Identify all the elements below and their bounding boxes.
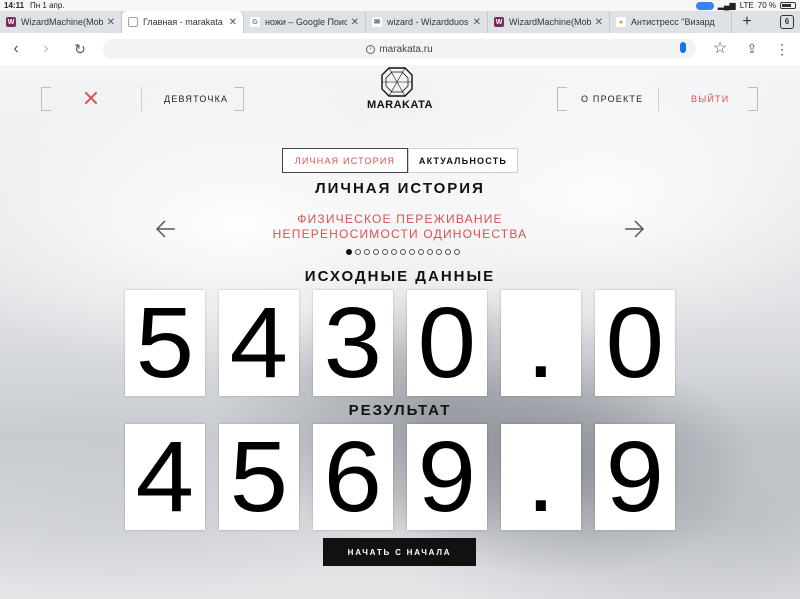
browser-tab[interactable]: W WizardMachine(Mobil ✕	[0, 11, 122, 33]
pager-dot-active[interactable]	[346, 249, 352, 255]
browser-tab[interactable]: ✉ wizard - Wizardduos ✕	[366, 11, 488, 33]
header-link-logout[interactable]: ВЫЙТИ	[691, 94, 729, 104]
info-icon[interactable]: i	[366, 44, 376, 54]
pager-dot[interactable]	[445, 249, 451, 255]
network-type: LTE	[739, 1, 754, 10]
digit-card: 9	[595, 424, 675, 530]
browser-tab[interactable]: G ножи – Google Поиск ✕	[244, 11, 366, 33]
close-icon[interactable]: ✕	[351, 17, 359, 28]
pager-dots	[346, 249, 460, 255]
pager-dot[interactable]	[427, 249, 433, 255]
tab-title: ножи – Google Поиск	[265, 17, 347, 27]
page-content: ДЕВЯТОЧКА MARAKATA О ПРОЕКТЕ ВЫЙТИ ЛИЧНА…	[0, 65, 800, 599]
browser-tab[interactable]: W WizardMachine(Mobil ✕	[488, 11, 610, 33]
decimal-point-card: .	[501, 290, 581, 396]
digit-card: 5	[219, 424, 299, 530]
hotspot-icon	[695, 1, 714, 10]
source-data-label: ИСХОДНЫЕ ДАННЫЕ	[304, 268, 496, 285]
page-icon	[128, 17, 138, 27]
browser-tab[interactable]: ● Антистресс "Визард	[610, 11, 732, 33]
tab-strip: W WizardMachine(Mobil ✕ Главная - maraka…	[0, 11, 800, 33]
digit-card: 3	[313, 290, 393, 396]
tab-relevance[interactable]: АКТУАЛЬНОСТЬ	[408, 148, 518, 173]
browser-toolbar: ‹ › ↻ i marakata.ru ☆ ⇪ ⋮	[0, 33, 800, 65]
header-bracket	[748, 87, 758, 111]
google-icon: G	[250, 17, 260, 27]
section-title: ЛИЧНАЯ ИСТОРИЯ	[315, 180, 485, 197]
digit-card: 0	[407, 290, 487, 396]
status-date: Пн 1 апр.	[30, 1, 65, 10]
pager-dot[interactable]	[364, 249, 370, 255]
microphone-icon[interactable]	[680, 42, 686, 53]
status-indicators: ▂▄▆ LTE 70 %	[695, 1, 796, 10]
pager-dot[interactable]	[382, 249, 388, 255]
header-divider	[658, 87, 659, 111]
tab-title: wizard - Wizardduos	[387, 17, 469, 27]
story-subtitle-line1: ФИЗИЧЕСКОЕ ПЕРЕЖИВАНИЕ	[297, 212, 503, 226]
favicon-icon: W	[6, 17, 16, 27]
mail-icon: ✉	[372, 17, 382, 27]
pager-dot[interactable]	[418, 249, 424, 255]
forward-arrow-icon[interactable]: ›	[36, 39, 56, 59]
close-icon[interactable]: ✕	[107, 17, 115, 28]
address-bar[interactable]: i marakata.ru	[103, 39, 696, 59]
tab-count-button[interactable]: 6	[780, 15, 794, 29]
digit-card: 9	[407, 424, 487, 530]
pager-dot[interactable]	[400, 249, 406, 255]
browser-tab-active[interactable]: Главная - marakata ✕	[122, 11, 244, 33]
reload-icon[interactable]: ↻	[70, 39, 90, 59]
back-arrow-icon[interactable]: ‹	[6, 39, 26, 59]
signal-icon: ▂▄▆	[717, 1, 736, 10]
status-time: 14:11	[4, 1, 25, 10]
star-icon[interactable]: ☆	[710, 39, 730, 59]
more-menu-icon[interactable]: ⋮	[772, 39, 792, 59]
close-icon[interactable]: ✕	[229, 17, 237, 28]
tab-title: Главная - marakata	[143, 17, 223, 27]
close-icon[interactable]: ✕	[595, 17, 603, 28]
logo-text[interactable]: MARAKATA	[0, 99, 800, 111]
status-bar: 14:11 Пн 1 апр. ▂▄▆ LTE 70 %	[0, 0, 800, 11]
url-text: marakata.ru	[379, 43, 433, 55]
tab-title: WizardMachine(Mobil	[509, 17, 591, 27]
header-bracket	[557, 87, 567, 111]
share-icon[interactable]: ⇪	[742, 39, 762, 59]
header-link-about[interactable]: О ПРОЕКТЕ	[581, 94, 643, 104]
digit-card: 4	[125, 424, 205, 530]
restart-button[interactable]: НАЧАТЬ С НАЧАЛА	[323, 538, 476, 566]
favicon-icon: W	[494, 17, 504, 27]
result-label: РЕЗУЛЬТАТ	[348, 402, 452, 419]
pager-dot[interactable]	[436, 249, 442, 255]
pager-dot[interactable]	[454, 249, 460, 255]
close-icon[interactable]: ✕	[473, 17, 481, 28]
logo-gem-icon	[381, 67, 413, 97]
digit-card: 6	[313, 424, 393, 530]
digit-card: 5	[125, 290, 205, 396]
pager-dot[interactable]	[373, 249, 379, 255]
tab-personal-story[interactable]: ЛИЧНАЯ ИСТОРИЯ	[282, 148, 408, 173]
digit-card: 0	[595, 290, 675, 396]
story-subtitle-line2: НЕПЕРЕНОСИМОСТИ ОДИНОЧЕСТВА	[272, 227, 528, 241]
pager-dot[interactable]	[409, 249, 415, 255]
favicon-icon: ●	[616, 17, 626, 27]
battery-percent: 70 %	[757, 1, 776, 10]
tab-title: Антистресс "Визард	[631, 17, 715, 27]
pager-dot[interactable]	[355, 249, 361, 255]
new-tab-button[interactable]: +	[732, 11, 762, 33]
battery-icon	[780, 2, 796, 9]
digit-card: 4	[219, 290, 299, 396]
pager-dot[interactable]	[391, 249, 397, 255]
decimal-point-card: .	[501, 424, 581, 530]
tab-title: WizardMachine(Mobil	[21, 17, 103, 27]
